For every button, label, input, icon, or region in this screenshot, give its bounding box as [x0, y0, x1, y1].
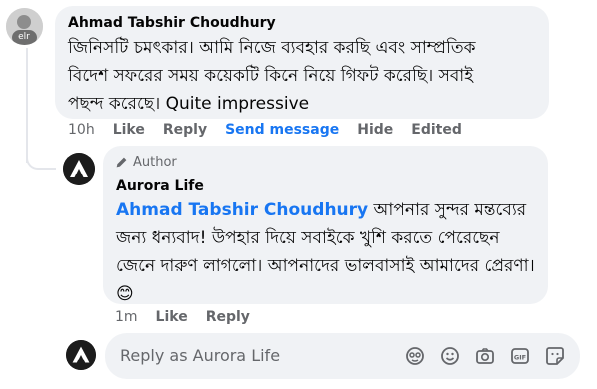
author-badge: Author	[115, 155, 177, 170]
edited-label[interactable]: Edited	[411, 122, 462, 138]
smile-emoji: 😊	[116, 284, 134, 304]
reply-input[interactable]: Reply as Aurora Life	[120, 346, 280, 365]
mention-link[interactable]: Ahmad Tabshir Choudhury	[116, 200, 368, 220]
thread-connector-composer	[26, 160, 56, 355]
pencil-icon	[115, 156, 128, 169]
reply-time[interactable]: 1m	[115, 309, 138, 325]
comment-text: জিনিসটি চমৎকার। আমি নিজে ব্যবহার করছি এব…	[68, 38, 476, 114]
gif-icon[interactable]: GIF	[509, 345, 531, 367]
comment-time[interactable]: 10h	[68, 122, 95, 138]
aurora-logo-icon	[66, 340, 96, 370]
like-button[interactable]: Like	[113, 122, 145, 138]
reply-composer[interactable]: Reply as Aurora Life GIF	[105, 333, 580, 379]
reply-actions: 1m Like Reply	[115, 309, 268, 325]
camera-icon[interactable]	[474, 345, 496, 367]
reply-button[interactable]: Reply	[163, 122, 207, 138]
commenter-avatar[interactable]: elr	[6, 8, 43, 45]
aurora-logo-icon	[63, 153, 95, 185]
svg-text:GIF: GIF	[514, 354, 526, 362]
reply-author[interactable]: Aurora Life	[116, 178, 204, 194]
svg-text:elr: elr	[18, 32, 30, 42]
reply-bubble: Author Aurora Life Ahmad Tabshir Choudhu…	[103, 146, 548, 304]
comment-actions: 10h Like Reply Send message Hide Edited	[68, 122, 480, 138]
hide-button[interactable]: Hide	[357, 122, 393, 138]
reply-reply-button[interactable]: Reply	[206, 309, 250, 325]
reply-like-button[interactable]: Like	[156, 309, 188, 325]
comment-bubble: Ahmad Tabshir Choudhury জিনিসটি চমৎকার। …	[55, 6, 549, 119]
sticker-icon[interactable]	[544, 345, 566, 367]
thread-line	[26, 48, 28, 163]
avatar-sticker-icon[interactable]	[404, 345, 426, 367]
reply-text-block: Ahmad Tabshir Choudhury আপনার সুন্দর মন্…	[116, 196, 541, 308]
comment-author[interactable]: Ahmad Tabshir Choudhury	[68, 15, 276, 31]
composer-avatar[interactable]	[66, 340, 96, 370]
author-badge-label: Author	[133, 155, 177, 170]
emoji-icon[interactable]	[439, 345, 461, 367]
send-message-button[interactable]: Send message	[225, 122, 339, 138]
page-avatar[interactable]	[63, 153, 95, 185]
composer-icons: GIF	[391, 345, 566, 367]
